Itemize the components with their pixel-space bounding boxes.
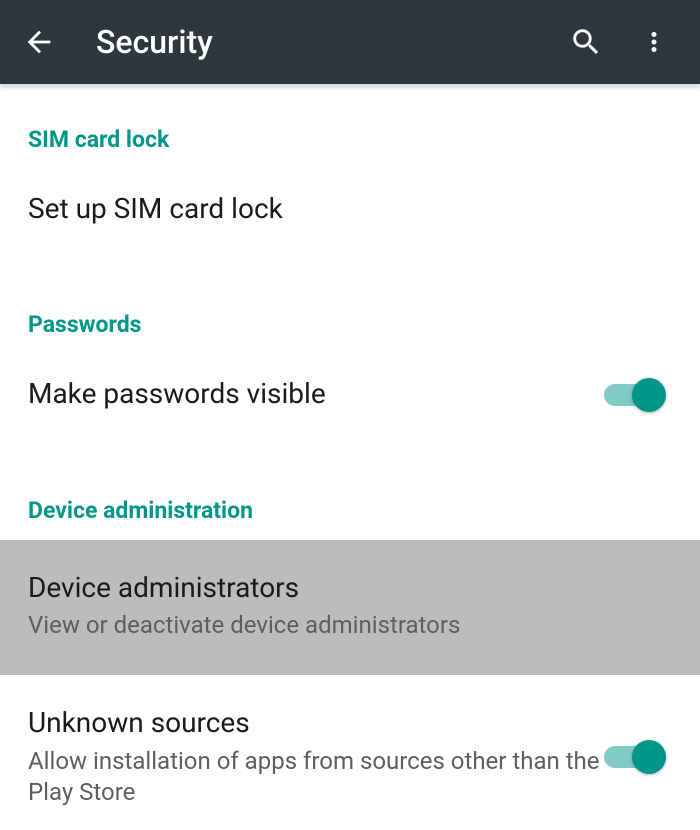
- setting-title: Unknown sources: [28, 705, 604, 741]
- section-spacer: [0, 249, 700, 291]
- search-icon: [569, 25, 603, 59]
- passwords-visible-switch[interactable]: [604, 377, 664, 413]
- unknown-sources-switch[interactable]: [604, 739, 664, 775]
- more-button[interactable]: [634, 22, 674, 62]
- switch-thumb: [632, 740, 666, 774]
- section-header-passwords: Passwords: [0, 291, 700, 354]
- setting-title: Make passwords visible: [28, 376, 604, 412]
- setting-subtitle: Allow installation of apps from sources …: [28, 746, 604, 808]
- section-header-sim-lock: SIM card lock: [0, 106, 700, 169]
- search-button[interactable]: [566, 22, 606, 62]
- switch-thumb: [632, 378, 666, 412]
- setting-title: Device administrators: [28, 570, 672, 606]
- setting-device-administrators[interactable]: Device administrators View or deactivate…: [0, 540, 700, 676]
- toolbar-right: [566, 22, 686, 62]
- setting-text: Unknown sources Allow installation of ap…: [28, 705, 604, 808]
- setting-setup-sim-lock[interactable]: Set up SIM card lock: [0, 169, 700, 249]
- section-spacer: [0, 435, 700, 477]
- setting-subtitle: View or deactivate device administrators: [28, 610, 672, 641]
- setting-passwords-visible[interactable]: Make passwords visible: [0, 354, 700, 434]
- app-toolbar: Security: [0, 0, 700, 84]
- settings-content: SIM card lock Set up SIM card lock Passw…: [0, 84, 700, 830]
- page-title: Security: [96, 23, 213, 61]
- section-header-device-admin: Device administration: [0, 477, 700, 540]
- setting-text: Set up SIM card lock: [28, 191, 672, 227]
- arrow-back-icon: [22, 25, 56, 59]
- more-vert-icon: [639, 27, 669, 57]
- setting-unknown-sources[interactable]: Unknown sources Allow installation of ap…: [0, 675, 700, 830]
- setting-title: Set up SIM card lock: [28, 191, 672, 227]
- toolbar-left: Security: [14, 17, 566, 67]
- back-button[interactable]: [14, 17, 64, 67]
- setting-text: Device administrators View or deactivate…: [28, 570, 672, 642]
- setting-text: Make passwords visible: [28, 376, 604, 412]
